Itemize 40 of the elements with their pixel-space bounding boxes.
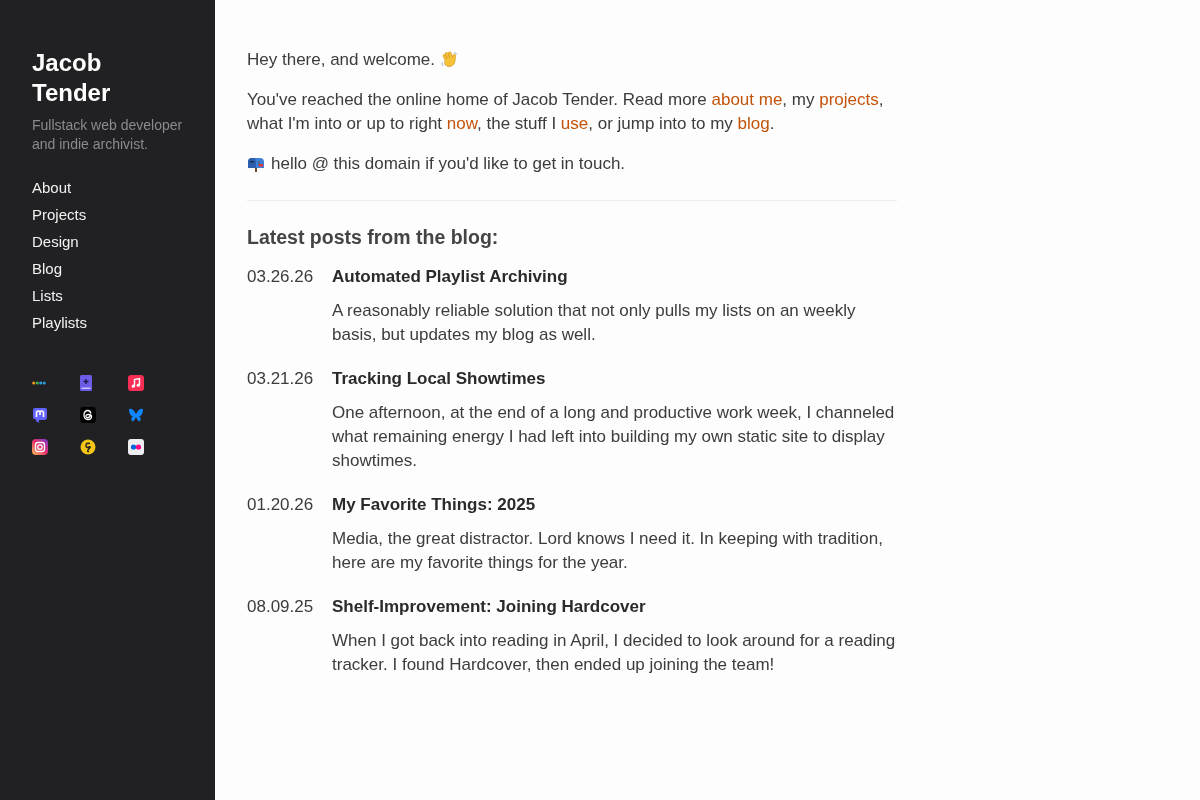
text-link[interactable]: blog <box>737 114 770 133</box>
nav-link[interactable]: Design <box>32 228 79 255</box>
nav-link[interactable]: About <box>32 174 72 201</box>
post-date: 01.20.26 <box>247 494 315 516</box>
text-link[interactable]: use <box>560 114 589 133</box>
post-title[interactable]: My Favorite Things: 2025 <box>332 493 536 517</box>
post-date: 03.21.26 <box>247 368 315 390</box>
spiral-icon[interactable] <box>80 407 96 423</box>
post-summary: Media, the great distractor. Lord knows I need it. In keeping with tradition, here are my favorite things for the year. <box>332 528 884 574</box>
post-date: 03.26.26 <box>247 266 315 288</box>
nav-link[interactable]: Playlists <box>32 309 87 336</box>
post-summary: A reasonably reliable solution that not only pulls my lists on an weekly basis, but updates my blog as well. <box>332 300 857 346</box>
squiggle-icon[interactable] <box>80 439 96 455</box>
post-title[interactable]: Automated Playlist Archiving <box>332 265 568 289</box>
post-date: 08.09.25 <box>247 596 315 618</box>
post-summary: When I got back into reading in April, I decided to look around for a reading tracker. I found Hardcover, then ended up joining the team! <box>332 630 897 676</box>
dots-icon[interactable] <box>32 380 46 386</box>
post-summary: One afternoon, at the end of a long and productive work week, I channeled what remaining energy I had left into building my own static site to display showtimes. <box>332 402 896 472</box>
site-tagline: Fullstack web developer and indie archivist. <box>32 116 183 154</box>
nav-link[interactable]: Projects <box>32 201 87 228</box>
greeting-text: Hey there, and welcome. <box>247 49 436 71</box>
butterfly-icon[interactable] <box>128 408 144 422</box>
post-title[interactable]: Tracking Local Showtimes <box>332 367 546 391</box>
two-dots-icon[interactable] <box>128 439 144 455</box>
nav-link[interactable]: Lists <box>32 282 63 309</box>
intro-text: You've reached the online home of Jacob Tender. Read more about me, my projects, what I'm into or up to right now, the stuff I use, or jump into to my blog. <box>247 89 885 135</box>
post-title[interactable]: Shelf-Improvement: Joining Hardcover <box>332 595 646 619</box>
camera-icon[interactable] <box>32 439 48 455</box>
text-link[interactable]: now <box>446 114 478 133</box>
music-note-icon[interactable] <box>128 375 144 391</box>
site-title: Jacob Tender <box>32 48 112 108</box>
contact-text: hello @ this domain if you'd like to get in touch. <box>271 153 626 175</box>
section-heading: Latest posts from the blog: <box>247 225 500 250</box>
text-link[interactable]: about me <box>711 90 783 109</box>
text-link[interactable]: projects <box>819 90 879 109</box>
book-icon[interactable] <box>80 375 92 391</box>
nav-link[interactable]: Blog <box>32 255 63 282</box>
waving-hand-icon <box>441 51 459 69</box>
chat-bubble-icon[interactable] <box>32 407 48 423</box>
mailbox-icon <box>247 156 265 172</box>
